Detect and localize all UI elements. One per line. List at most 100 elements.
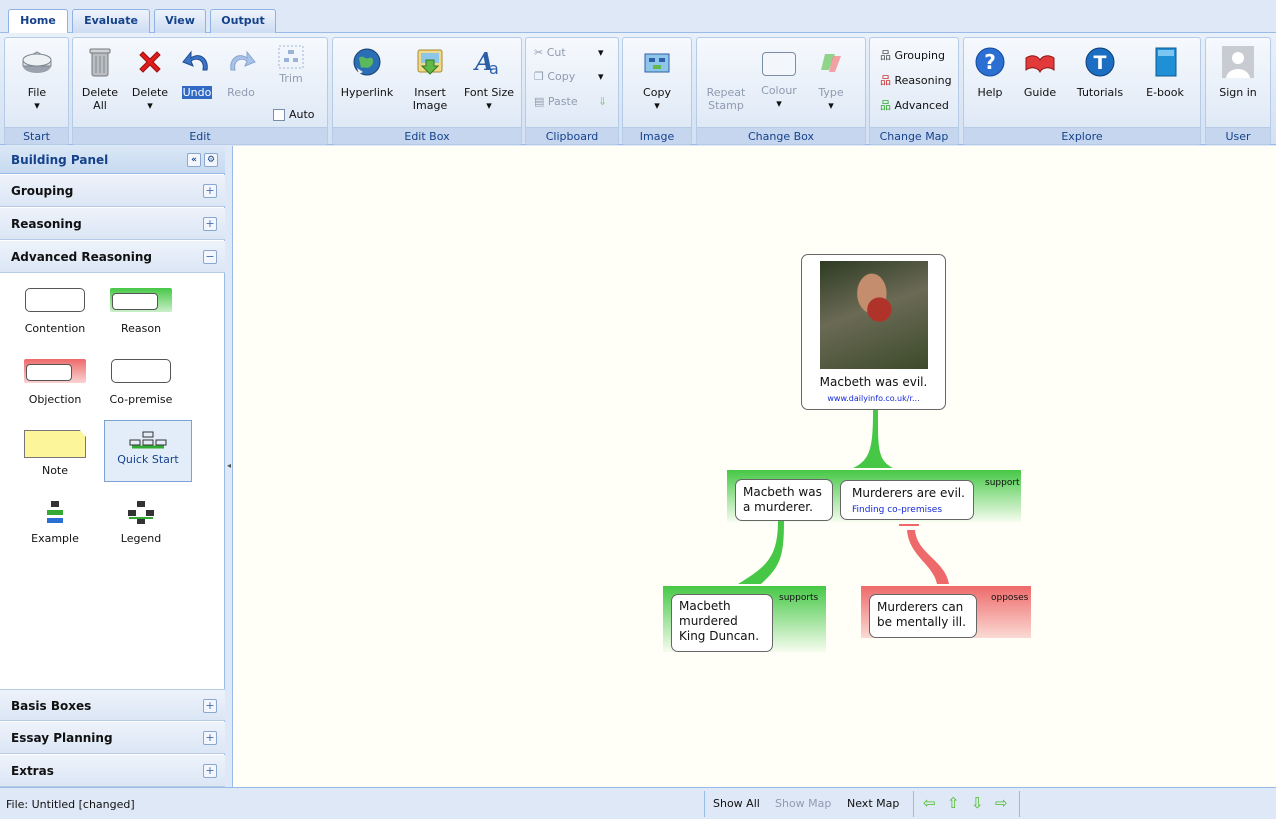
- sign-in-button[interactable]: Sign in: [1212, 46, 1264, 99]
- repeat-stamp-label-2: Stamp: [708, 99, 744, 112]
- undo-button[interactable]: Undo: [177, 46, 217, 99]
- insert-image-button[interactable]: Insert Image: [403, 46, 457, 112]
- reason-tool-label: Reason: [120, 322, 162, 335]
- settings-gear-icon[interactable]: ⚙: [204, 153, 218, 167]
- checkbox-icon[interactable]: [273, 109, 285, 121]
- arrow-left-icon[interactable]: ⇦: [923, 794, 936, 812]
- cut-button[interactable]: ✂ Cut ▾: [534, 46, 604, 59]
- show-map-button[interactable]: Show Map: [775, 797, 831, 810]
- premise-box-1[interactable]: Macbeth was a murderer.: [735, 479, 833, 521]
- reasoning-map-button[interactable]: 品 Reasoning: [880, 72, 952, 88]
- advanced-label: Advanced: [894, 99, 949, 112]
- note-tool-label: Note: [41, 464, 69, 477]
- ribbon: File ▾ Start Delete All Delete ▾ Undo Re…: [0, 33, 1276, 145]
- section-basis-boxes-label: Basis Boxes: [11, 699, 92, 713]
- quick-start-tool[interactable]: Quick Start: [104, 420, 192, 482]
- collapse-panel-icon[interactable]: «: [187, 153, 201, 167]
- contention-tool[interactable]: Contention: [12, 288, 98, 335]
- expand-plus-icon[interactable]: +: [203, 184, 217, 198]
- section-basis-boxes[interactable]: Basis Boxes +: [0, 689, 225, 721]
- paste-icon: ▤: [534, 95, 545, 108]
- chevron-down-icon: ▾: [776, 97, 782, 110]
- opposes-connector: [907, 530, 949, 584]
- arrow-down-icon[interactable]: ⇩: [971, 794, 984, 812]
- group-change-box: Repeat Stamp Colour ▾ Type ▾ Change Box: [696, 37, 866, 145]
- advanced-map-button[interactable]: 品 Advanced: [880, 97, 949, 113]
- example-tool[interactable]: Example: [12, 500, 98, 545]
- file-button[interactable]: File ▾: [12, 46, 62, 112]
- font-size-button[interactable]: Aa Font Size ▾: [461, 46, 517, 112]
- expand-plus-icon[interactable]: +: [203, 699, 217, 713]
- contention-link[interactable]: www.dailyinfo.co.uk/r...: [806, 394, 941, 403]
- grouping-map-button[interactable]: 品 Grouping: [880, 47, 945, 63]
- objection-tool[interactable]: Objection: [12, 359, 98, 406]
- expand-plus-icon[interactable]: +: [203, 731, 217, 745]
- premise-box-2[interactable]: Murderers are evil. Finding co-premises: [840, 480, 974, 520]
- redo-button[interactable]: Redo: [221, 46, 261, 99]
- section-grouping-label: Grouping: [11, 184, 74, 198]
- reason-box[interactable]: Macbeth murdered King Duncan.: [671, 594, 773, 652]
- tab-home[interactable]: Home: [8, 9, 68, 34]
- trash-icon: [89, 48, 111, 77]
- group-title-image: Image: [623, 127, 691, 144]
- hyperlink-button[interactable]: Hyperlink: [337, 46, 397, 99]
- tab-evaluate[interactable]: Evaluate: [72, 9, 150, 33]
- opposes-label: opposes: [991, 593, 1029, 603]
- section-advanced-reasoning[interactable]: Advanced Reasoning −: [0, 241, 225, 273]
- ebook-button[interactable]: E-book: [1138, 46, 1192, 99]
- copy-image-button[interactable]: Copy ▾: [631, 46, 683, 112]
- premise1-line1: Macbeth was: [743, 485, 822, 499]
- tutorials-button[interactable]: T Tutorials: [1068, 46, 1132, 99]
- section-extras[interactable]: Extras +: [0, 755, 225, 787]
- auto-checkbox[interactable]: Auto: [273, 108, 315, 121]
- section-grouping[interactable]: Grouping +: [0, 175, 225, 207]
- type-button[interactable]: Type ▾: [809, 46, 853, 112]
- section-essay-planning[interactable]: Essay Planning +: [0, 722, 225, 754]
- legend-tool[interactable]: Legend: [98, 500, 184, 545]
- delete-button[interactable]: Delete ▾: [127, 46, 173, 112]
- group-change-map: 品 Grouping 品 Reasoning 品 Advanced Change…: [869, 37, 959, 145]
- help-button[interactable]: ? Help: [968, 46, 1012, 99]
- tutorials-t-icon: T: [1085, 47, 1115, 77]
- colour-button[interactable]: Colour ▾: [755, 46, 803, 110]
- contention-box-icon: [25, 288, 85, 312]
- repeat-stamp-button[interactable]: Repeat Stamp: [703, 86, 749, 112]
- tutorials-label: Tutorials: [1076, 86, 1124, 99]
- insert-image-icon: [417, 49, 443, 75]
- paste-button[interactable]: ▤ Paste ⇓: [534, 95, 607, 108]
- undo-arrow-icon: [182, 50, 208, 71]
- tab-view[interactable]: View: [154, 9, 206, 33]
- expand-plus-icon[interactable]: +: [203, 764, 217, 778]
- arrow-up-icon[interactable]: ⇧: [947, 794, 960, 812]
- note-tool[interactable]: Note: [12, 430, 98, 477]
- section-reasoning[interactable]: Reasoning +: [0, 208, 225, 240]
- group-title-edit: Edit: [73, 127, 327, 144]
- group-title-user: User: [1206, 127, 1270, 144]
- premise2-link[interactable]: Finding co-premises: [852, 505, 942, 515]
- delete-label: Delete: [131, 86, 169, 99]
- copy-image-label: Copy: [643, 86, 671, 99]
- reason-tool[interactable]: Reason: [98, 288, 184, 335]
- next-map-button[interactable]: Next Map: [847, 797, 899, 810]
- tab-output[interactable]: Output: [210, 9, 276, 33]
- co-premise-tool[interactable]: Co-premise: [98, 359, 184, 406]
- show-all-button[interactable]: Show All: [713, 797, 760, 810]
- guide-label: Guide: [1023, 86, 1057, 99]
- copy-small-button[interactable]: ❐ Copy ▾: [534, 70, 604, 83]
- font-size-icon: Aa: [473, 47, 499, 78]
- objection-box[interactable]: Murderers can be mentally ill.: [869, 594, 977, 638]
- chevron-down-icon: ▾: [654, 99, 660, 112]
- guide-button[interactable]: Guide: [1018, 46, 1062, 99]
- group-edit: Delete All Delete ▾ Undo Redo Trim Auto …: [72, 37, 328, 145]
- example-tool-label: Example: [31, 532, 79, 545]
- collapse-minus-icon[interactable]: −: [203, 250, 217, 264]
- arrow-right-icon[interactable]: ⇨: [995, 794, 1008, 812]
- map-canvas[interactable]: Macbeth was evil. www.dailyinfo.co.uk/r.…: [232, 146, 1276, 787]
- collapse-arrow-icon[interactable]: ◂: [227, 461, 231, 470]
- premise2-text: Murderers are evil.: [852, 486, 965, 500]
- map-nav-toolbar: Show All Show Map Next Map ⇦ ⇧ ⇩ ⇨: [704, 791, 1020, 817]
- expand-plus-icon[interactable]: +: [203, 217, 217, 231]
- contention-box[interactable]: Macbeth was evil. www.dailyinfo.co.uk/r.…: [801, 254, 946, 410]
- delete-all-button[interactable]: Delete All: [77, 46, 123, 112]
- trim-button[interactable]: Trim: [271, 44, 311, 85]
